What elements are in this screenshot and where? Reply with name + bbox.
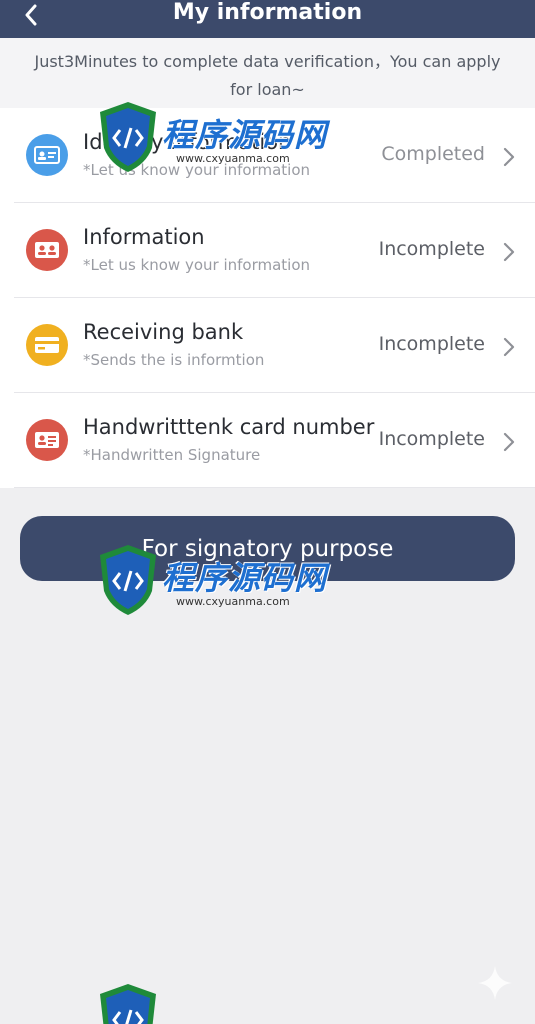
row-subtitle: *Sends the is informtion bbox=[83, 351, 265, 369]
watermark-logo bbox=[96, 982, 160, 1024]
header-bar: My information bbox=[0, 0, 535, 38]
row-subtitle: *Handwritten Signature bbox=[83, 446, 261, 464]
watermark-logo: 程序源码网 www.cxyuanma.com bbox=[96, 100, 327, 174]
watermark-cn-text: 程序源码网 bbox=[162, 558, 328, 597]
watermark-cn-text: 程序源码网 bbox=[162, 115, 328, 154]
chevron-left-icon bbox=[25, 4, 37, 26]
code-shield-icon bbox=[100, 102, 156, 172]
id-card-icon bbox=[26, 134, 68, 176]
chevron-right-icon bbox=[503, 432, 515, 452]
code-shield-icon bbox=[100, 545, 156, 615]
status-label: Incomplete bbox=[378, 238, 485, 260]
person-card-icon bbox=[26, 229, 68, 271]
page-title: My information bbox=[172, 0, 363, 25]
row-title: Handwritttenk card number bbox=[83, 415, 375, 439]
status-label: Completed bbox=[381, 143, 485, 165]
sparkle-icon bbox=[478, 966, 512, 1000]
bank-card-icon bbox=[26, 324, 68, 366]
chevron-right-icon bbox=[503, 337, 515, 357]
watermark-logo: 程序源码网 www.cxyuanma.com bbox=[96, 543, 327, 617]
status-label: Incomplete bbox=[378, 333, 485, 355]
chevron-right-icon bbox=[503, 242, 515, 262]
divider bbox=[14, 487, 535, 488]
chevron-right-icon bbox=[503, 147, 515, 167]
list-item-receiving-bank[interactable]: Receiving bank *Sends the is informtion … bbox=[0, 298, 535, 393]
row-subtitle: *Let us know your information bbox=[83, 256, 311, 274]
signature-card-icon bbox=[26, 419, 68, 461]
row-title: Receiving bank bbox=[83, 320, 244, 344]
row-title: Information bbox=[83, 225, 205, 249]
back-button[interactable] bbox=[16, 0, 46, 30]
notice-text: Just3Minutes to complete data verificati… bbox=[0, 38, 535, 108]
code-shield-icon bbox=[100, 984, 156, 1024]
list-item-information[interactable]: Information *Let us know your informatio… bbox=[0, 203, 535, 298]
status-label: Incomplete bbox=[378, 428, 485, 450]
list-item-handwritten-card[interactable]: Handwritttenk card number *Handwritten S… bbox=[0, 393, 535, 488]
